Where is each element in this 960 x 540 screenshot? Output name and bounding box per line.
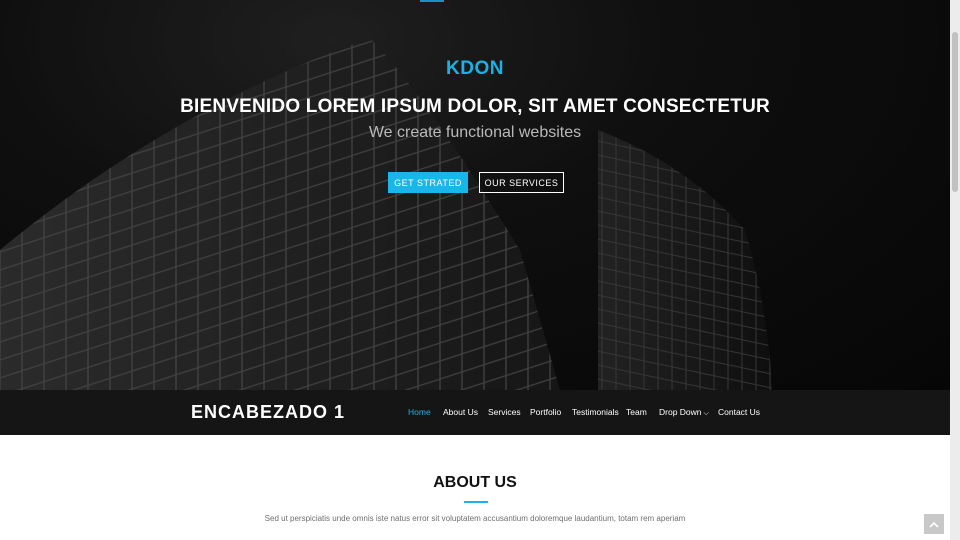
hero-section: KDON BIENVENIDO LOREM IPSUM DOLOR, SIT A… xyxy=(0,0,950,390)
scrollbar-thumb[interactable] xyxy=(952,32,958,192)
get-started-button[interactable]: GET STRATED xyxy=(388,172,468,193)
hero-brand: KDON xyxy=(446,58,504,79)
nav-item-team[interactable]: Team xyxy=(626,407,647,417)
nav-item-drop-down-label: Drop Down xyxy=(659,407,702,417)
nav-item-drop-down[interactable]: Drop Down ⌵ xyxy=(659,407,709,418)
about-title-underline xyxy=(464,501,488,503)
top-accent-line xyxy=(420,0,444,2)
hero-tagline: We create functional websites xyxy=(368,124,582,141)
page-scrollbar[interactable] xyxy=(950,0,960,540)
scroll-to-top-button[interactable] xyxy=(924,514,944,534)
hero-headline: BIENVENIDO LOREM IPSUM DOLOR, SIT AMET C… xyxy=(180,96,770,117)
nav-item-portfolio[interactable]: Portfolio xyxy=(530,407,561,417)
site-logo[interactable]: ENCABEZADO 1 xyxy=(191,402,345,423)
main-navbar: ENCABEZADO 1 Home About Us Services Port… xyxy=(0,390,950,435)
about-description: Sed ut perspiciatis unde omnis iste natu… xyxy=(264,514,686,523)
nav-item-about-us[interactable]: About Us xyxy=(443,407,478,417)
nav-item-contact-us[interactable]: Contact Us xyxy=(718,407,760,417)
page: KDON BIENVENIDO LOREM IPSUM DOLOR, SIT A… xyxy=(0,0,950,540)
chevron-up-icon xyxy=(929,521,939,528)
nav-item-home[interactable]: Home xyxy=(408,407,431,417)
nav-item-services[interactable]: Services xyxy=(488,407,521,417)
nav-item-testimonials[interactable]: Testimonials xyxy=(572,407,619,417)
chevron-down-icon: ⌵ xyxy=(703,410,709,417)
about-title: ABOUT US xyxy=(433,474,517,491)
our-services-button[interactable]: OUR SERVICES xyxy=(479,172,564,193)
